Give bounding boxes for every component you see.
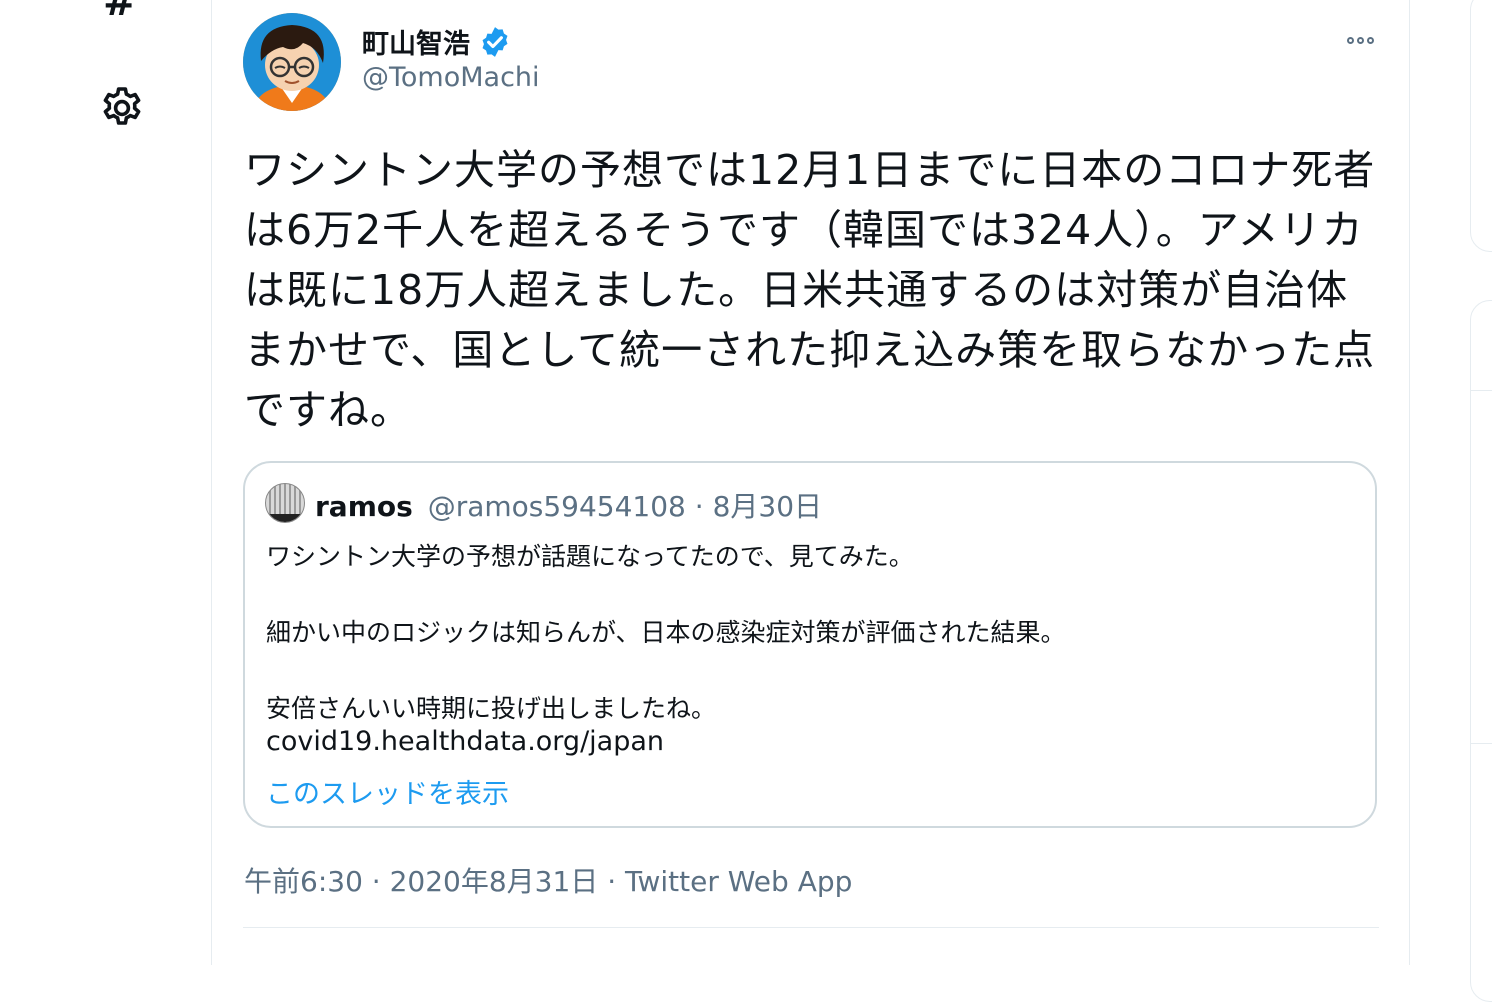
timestamp-separator: · [607,865,617,898]
hashtag-icon[interactable]: # [103,0,137,22]
divider [1470,390,1492,391]
divider [243,927,1379,928]
quoted-tweet-header: ramos @ramos59454108 · 8月30日 [315,485,822,525]
tweet-text: ワシントン大学の予想では12月1日までに日本のコロナ死者は6万2千人を超えるそう… [244,146,1376,434]
more-options-button[interactable] [1343,28,1377,52]
quoted-author-meta: @ramos59454108 · 8月30日 [427,490,823,523]
more-dot-icon [1346,36,1354,44]
tweet-detail-column: 町山智浩 @TomoMachi ワシントン大学の予想では12月1日までに日本のコ… [211,0,1410,965]
quoted-text-line: 細かい中のロジックは知らんが、日本の感染症対策が評価された結果。 [266,618,1066,647]
gear-icon[interactable] [98,84,146,132]
verified-badge-icon [478,25,512,59]
author-avatar[interactable] [243,13,341,111]
more-dot-icon [1366,36,1374,44]
author-name-text: 町山智浩 [362,29,470,60]
right-sidebar-edge [1470,0,1492,1002]
more-dot-icon [1356,36,1364,44]
sidebar-card [1470,0,1492,252]
divider [1470,743,1492,744]
tweet-timestamp-row: 午前6:30 · 2020年8月31日 · Twitter Web App [244,860,852,900]
author-name[interactable]: 町山智浩 [362,22,512,61]
show-thread-link[interactable]: このスレッドを表示 [266,772,509,811]
author-handle[interactable]: @TomoMachi [362,62,540,93]
quoted-author-avatar [265,483,305,523]
tweet-timestamp[interactable]: 午前6:30 · 2020年8月31日 [244,865,598,898]
quoted-text-line: ワシントン大学の予想が話題になってたので、見てみた。 [266,542,914,571]
quoted-tweet-card[interactable]: ramos @ramos59454108 · 8月30日 ワシントン大学の予想が… [243,461,1377,828]
quoted-text-line: 安倍さんいい時期に投げ出しましたね。 [266,694,717,723]
source-app-link[interactable]: Twitter Web App [625,865,852,898]
quoted-link[interactable]: covid19.healthdata.org/japan [266,726,664,757]
sidebar-card [1470,300,1492,1002]
quoted-author-name: ramos [315,490,413,523]
left-navigation: # [0,0,211,965]
